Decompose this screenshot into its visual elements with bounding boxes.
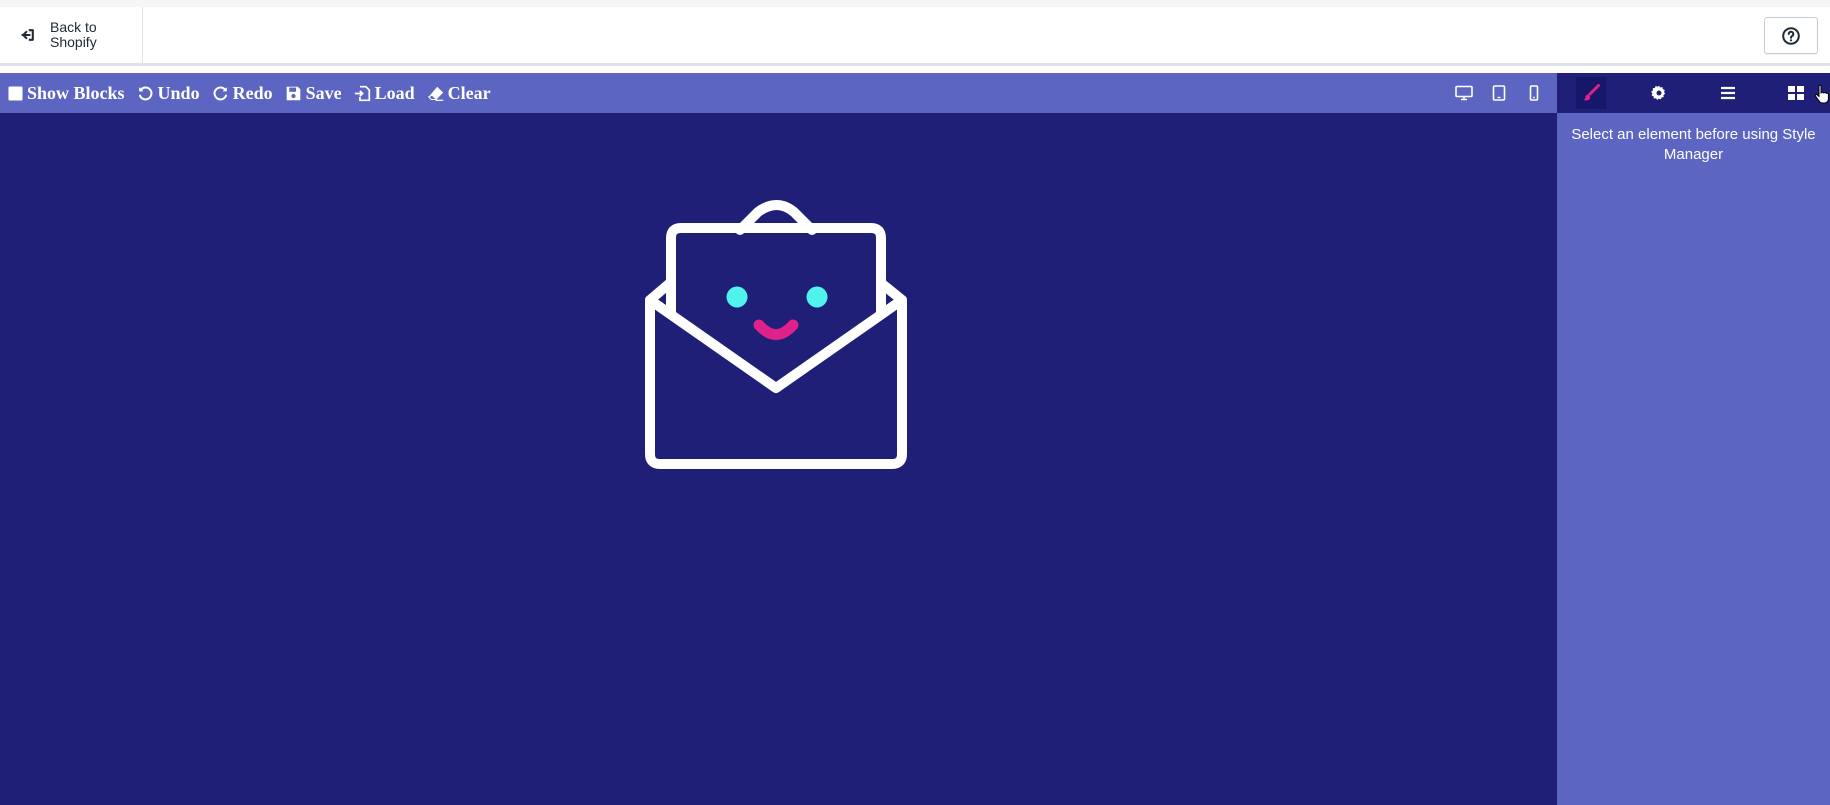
mobile-view-button[interactable]	[1525, 84, 1543, 102]
redo-icon	[213, 86, 227, 100]
save-button[interactable]: Save	[285, 83, 342, 104]
hand-cursor-icon	[1814, 84, 1829, 104]
editor-toolbar: Show Blocks Undo Redo Save Load Clear	[0, 73, 1557, 113]
square-icon	[8, 85, 23, 101]
bars-icon	[1720, 86, 1735, 100]
editor-canvas[interactable]	[0, 113, 1557, 805]
tab-layer-manager[interactable]	[1694, 73, 1762, 113]
desktop-icon	[1455, 85, 1473, 101]
redo-button[interactable]: Redo	[212, 83, 273, 104]
tablet-view-button[interactable]	[1490, 84, 1508, 102]
style-manager-panel: Select an element before using Style Man…	[1557, 113, 1830, 805]
load-label: Load	[374, 82, 415, 103]
show-blocks-label: Show Blocks	[27, 82, 125, 103]
show-blocks-button[interactable]: Show Blocks	[8, 83, 125, 104]
style-manager-message: Select an element before using Style Man…	[1571, 126, 1816, 163]
load-button[interactable]: Load	[354, 83, 415, 104]
eraser-icon	[427, 86, 443, 101]
clear-button[interactable]: Clear	[427, 83, 491, 104]
undo-icon	[138, 86, 152, 100]
floppy-disk-icon	[286, 86, 300, 100]
tablet-icon	[1492, 85, 1506, 101]
tab-style-manager[interactable]	[1557, 73, 1625, 113]
import-file-icon	[354, 85, 370, 101]
back-to-shopify-button[interactable]: Back to Shopify	[0, 7, 143, 63]
exit-arrow-icon	[21, 29, 34, 41]
tab-trait-manager[interactable]	[1625, 73, 1693, 113]
redo-label: Redo	[232, 82, 273, 103]
undo-label: Undo	[157, 82, 200, 103]
open-envelope-smiley-image	[645, 200, 907, 469]
blocks-grid-icon	[1787, 86, 1804, 100]
panel-tabs	[1557, 73, 1830, 113]
shopify-topbar: Back to Shopify	[0, 0, 1830, 66]
help-button[interactable]	[1764, 17, 1818, 54]
clear-label: Clear	[447, 82, 491, 103]
gear-icon	[1651, 85, 1666, 100]
back-to-shopify-label: Back to Shopify	[50, 19, 97, 50]
paint-brush-icon	[1583, 84, 1601, 101]
question-circle-icon	[1782, 26, 1800, 45]
mobile-icon	[1529, 85, 1539, 101]
desktop-view-button[interactable]	[1455, 84, 1473, 102]
device-switcher	[1438, 73, 1543, 113]
undo-button[interactable]: Undo	[137, 83, 200, 104]
save-label: Save	[305, 82, 342, 103]
